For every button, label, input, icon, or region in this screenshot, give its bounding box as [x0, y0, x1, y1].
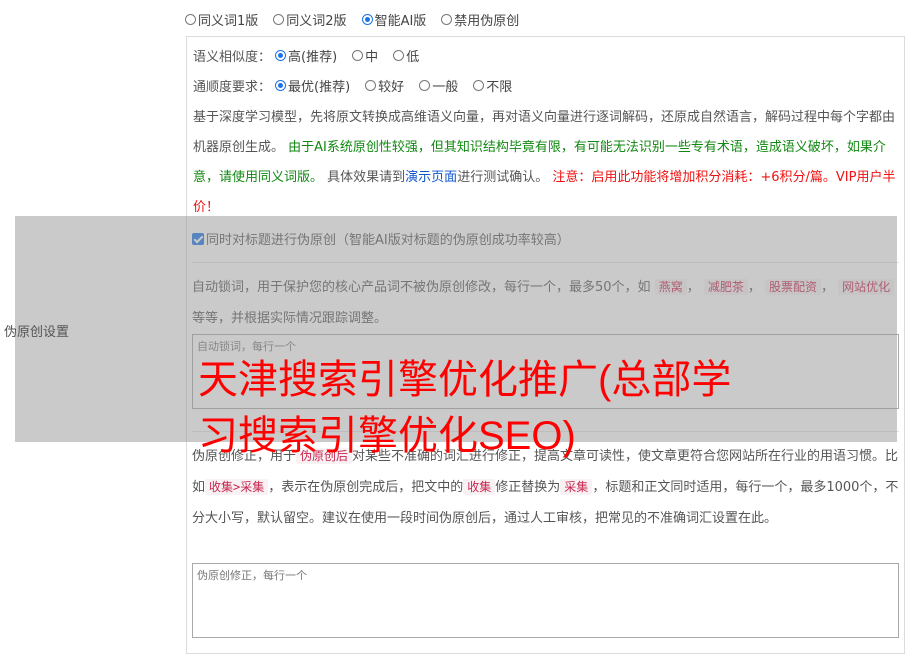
radio-selected-icon[interactable]: [275, 80, 287, 91]
similarity-low[interactable]: 低: [393, 46, 419, 65]
option-label: 一般: [432, 80, 459, 95]
radio-selected-icon[interactable]: [275, 50, 287, 61]
mode-option-synonym-2[interactable]: 同义词2版: [273, 10, 347, 29]
similarity-row: 语义相似度： 高(推荐) 中 低: [193, 46, 434, 65]
mode-radio-group: 同义词1版 同义词2版 智能AI版 禁用伪原创: [185, 9, 534, 29]
fluency-best[interactable]: 最优(推荐): [275, 76, 350, 95]
radio-icon[interactable]: [393, 50, 405, 61]
fluency-row: 通顺度要求： 最优(推荐) 较好 一般 不限: [193, 76, 527, 95]
fix-text: 修正替换为: [495, 480, 561, 495]
option-label: 较好: [378, 80, 405, 95]
fix-text: ，表示在伪原创完成后，把文中的: [268, 480, 464, 495]
similarity-label: 语义相似度：: [193, 50, 272, 65]
radio-icon[interactable]: [473, 80, 485, 91]
desc-text: 具体效果请到: [327, 170, 406, 185]
mode-label: 同义词2版: [286, 13, 347, 29]
example-tag: 采集: [560, 479, 593, 495]
fix-placeholder: 伪原创修正，每行一个: [197, 569, 307, 582]
radio-icon[interactable]: [352, 50, 364, 61]
correction-textarea[interactable]: 伪原创修正，每行一个: [192, 563, 899, 638]
mode-label: 智能AI版: [374, 13, 427, 29]
mode-option-disable[interactable]: 禁用伪原创: [441, 10, 519, 29]
radio-icon[interactable]: [365, 80, 377, 91]
demo-page-link[interactable]: 演示页面: [405, 170, 457, 185]
similarity-medium[interactable]: 中: [352, 46, 378, 65]
radio-icon[interactable]: [273, 13, 285, 25]
overlay-headline: 天津搜索引擎优化推广(总部学习搜索引擎优化SEO): [198, 358, 732, 458]
option-label: 低: [406, 50, 420, 65]
similarity-high[interactable]: 高(推荐): [275, 46, 337, 65]
fluency-good[interactable]: 较好: [365, 76, 404, 95]
example-tag: 收集>采集: [205, 479, 269, 495]
radio-icon[interactable]: [185, 13, 196, 25]
mode-option-synonym-1[interactable]: 同义词1版: [185, 10, 258, 29]
mode-label: 禁用伪原创: [454, 13, 520, 29]
fluency-label: 通顺度要求：: [193, 80, 272, 95]
radio-icon[interactable]: [419, 80, 431, 91]
option-label: 高(推荐): [288, 50, 338, 65]
mode-label: 同义词1版: [198, 13, 259, 29]
fluency-any[interactable]: 不限: [473, 76, 512, 95]
example-tag: 收集: [463, 479, 496, 495]
ai-description: 基于深度学习模型，先将原文转换成高维语义向量，再对语义向量进行逐词解码，还原成自…: [193, 103, 899, 223]
option-label: 最优(推荐): [288, 80, 351, 95]
option-label: 中: [365, 50, 379, 65]
fluency-normal[interactable]: 一般: [419, 76, 458, 95]
settings-label: 伪原创设置: [4, 325, 70, 340]
option-label: 不限: [486, 80, 513, 95]
radio-selected-icon[interactable]: [361, 13, 373, 25]
mode-option-ai[interactable]: 智能AI版: [361, 10, 427, 29]
radio-icon[interactable]: [441, 13, 453, 25]
desc-text: 进行测试确认。: [457, 170, 549, 185]
